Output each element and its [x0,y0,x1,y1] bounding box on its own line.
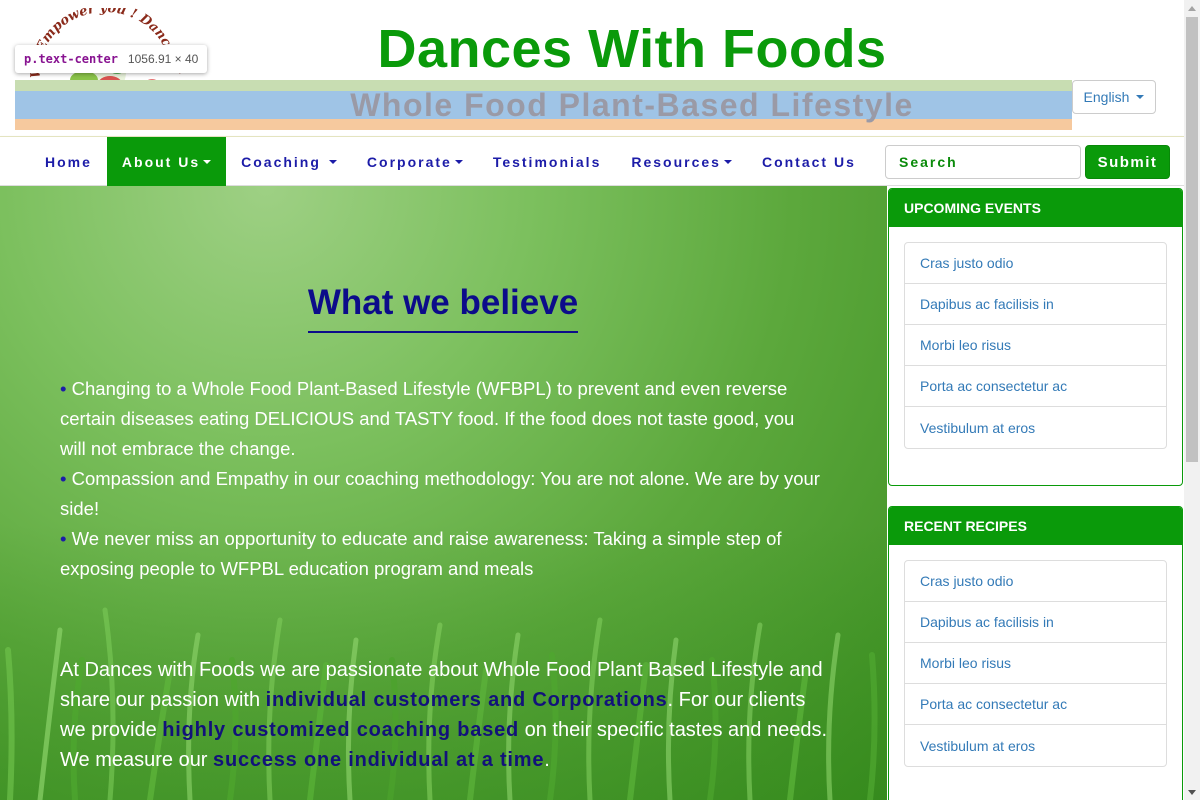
recipes-list: Cras justo odio Dapibus ac facilisis in … [904,560,1167,767]
nav-item-label: Corporate [366,154,452,170]
list-item[interactable]: Porta ac consectetur ac [905,366,1166,407]
bullet-icon: • [60,378,67,399]
nav-item-resources[interactable]: Resources [616,137,747,187]
panel-heading: UPCOMING EVENTS [889,189,1182,227]
scroll-up-arrow-icon[interactable] [1184,0,1200,16]
belief-text: Compassion and Empathy in our coaching m… [60,468,820,519]
bullet-icon: • [60,468,67,489]
main-content: What we believe • Changing to a Whole Fo… [0,186,887,800]
search-input[interactable] [885,145,1081,179]
nav-menu: Home About Us Coaching Corporate Testimo… [30,137,871,187]
caret-down-icon [328,160,337,164]
language-label: English [1083,89,1130,105]
belief-text: Changing to a Whole Food Plant-Based Lif… [60,378,795,459]
nav-item-corporate[interactable]: Corporate [352,137,478,187]
about-highlight: highly customized coaching based [162,719,520,741]
nav-item-label: Home [45,154,92,170]
bullet-icon: • [60,528,67,549]
nav-item-coaching[interactable]: Coaching [226,137,352,187]
list-item[interactable]: Cras justo odio [905,243,1166,284]
devtools-tooltip: p.text-center 1056.91 × 40 [15,45,208,73]
language-dropdown[interactable]: English [1072,80,1156,114]
list-item[interactable]: Vestibulum at eros [905,407,1166,448]
about-text: . [544,749,550,771]
submit-button[interactable]: Submit [1085,145,1170,179]
list-item[interactable]: Morbi leo risus [905,325,1166,366]
beliefs-list: • Changing to a Whole Food Plant-Based L… [60,374,820,584]
navbar: Home About Us Coaching Corporate Testimo… [0,136,1184,187]
tooltip-dimensions: 1056.91 × 40 [127,52,199,66]
scrollbar-thumb[interactable] [1186,17,1198,462]
nav-item-label: Testimonials [492,154,602,170]
events-list: Cras justo odio Dapibus ac facilisis in … [904,242,1167,449]
site-subtitle: Whole Food Plant-Based Lifestyle [350,87,914,123]
nav-item-about-us[interactable]: About Us [106,137,227,187]
nav-item-contact-us[interactable]: Contact Us [747,137,871,187]
upcoming-events-panel: UPCOMING EVENTS Cras justo odio Dapibus … [888,188,1183,486]
sidebar: UPCOMING EVENTS Cras justo odio Dapibus … [887,186,1184,800]
about-highlight: success one individual at a time [213,749,545,771]
about-highlight: individual customers and Corporations [265,689,668,711]
nav-item-label: Resources [631,154,721,170]
caret-down-icon [1136,95,1145,99]
list-item[interactable]: Vestibulum at eros [905,725,1166,766]
nav-item-label: About Us [121,154,201,170]
list-item[interactable]: Dapibus ac facilisis in [905,284,1166,325]
nav-item-home[interactable]: Home [30,137,107,187]
list-item[interactable]: Porta ac consectetur ac [905,684,1166,725]
panel-heading: RECENT RECIPES [889,507,1182,545]
site-header: We Empower you ! Dance With Foods p.text… [0,0,1184,136]
scroll-down-arrow-icon[interactable] [1184,784,1200,800]
list-item[interactable]: Morbi leo risus [905,643,1166,684]
belief-item: • Compassion and Empathy in our coaching… [60,464,820,524]
about-paragraph: At Dances with Foods we are passionate a… [60,655,830,775]
list-item[interactable]: Dapibus ac facilisis in [905,602,1166,643]
what-we-believe-heading: What we believe [307,283,579,333]
caret-down-icon [203,160,212,164]
belief-item: • We never miss an opportunity to educat… [60,524,820,584]
vertical-scrollbar[interactable] [1184,0,1200,800]
caret-down-icon [454,160,463,164]
belief-text: We never miss an opportunity to educate … [60,528,782,579]
list-item[interactable]: Cras justo odio [905,561,1166,602]
caret-down-icon [723,160,732,164]
section-heading: What we believe [0,283,887,333]
nav-item-label: Coaching [241,154,321,170]
recent-recipes-panel: RECENT RECIPES Cras justo odio Dapibus a… [888,506,1183,800]
nav-item-label: Contact Us [761,154,856,170]
nav-item-testimonials[interactable]: Testimonials [478,137,617,187]
belief-item: • Changing to a Whole Food Plant-Based L… [60,374,820,464]
tooltip-selector: p.text-center [24,52,118,66]
